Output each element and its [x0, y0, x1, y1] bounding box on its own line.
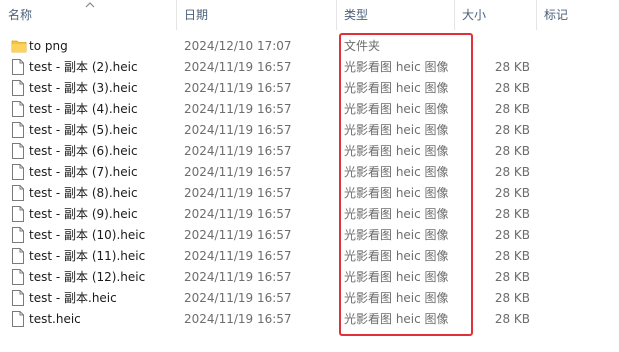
file-date: 2024/11/19 16:57: [184, 312, 292, 326]
file-name: test - 副本 (7).heic: [29, 165, 138, 179]
file-date: 2024/11/19 16:57: [184, 102, 292, 116]
file-icon: [11, 269, 25, 285]
file-row[interactable]: test - 副本 (2).heic 2024/11/19 16:57 光影看图…: [0, 57, 619, 78]
file-icon: [11, 206, 25, 222]
file-date: 2024/11/19 16:57: [184, 60, 292, 74]
column-header-bar: 名称 日期 类型 大小 标记: [0, 0, 619, 30]
file-date: 2024/11/19 16:57: [184, 249, 292, 263]
file-date: 2024/11/19 16:57: [184, 207, 292, 221]
file-icon: [11, 227, 25, 243]
file-name: test - 副本.heic: [29, 291, 117, 305]
file-date: 2024/12/10 17:07: [184, 39, 292, 53]
column-header-date[interactable]: 日期: [176, 0, 336, 30]
file-row[interactable]: to png 2024/12/10 17:07 文件夹: [0, 36, 619, 57]
file-name: test - 副本 (12).heic: [29, 270, 146, 284]
file-name: test - 副本 (6).heic: [29, 144, 138, 158]
file-icon: [11, 122, 25, 138]
file-row[interactable]: test - 副本 (8).heic 2024/11/19 16:57 光影看图…: [0, 183, 619, 204]
file-icon: [11, 101, 25, 117]
file-icon: [11, 164, 25, 180]
file-name: test - 副本 (5).heic: [29, 123, 138, 137]
file-row[interactable]: test - 副本 (4).heic 2024/11/19 16:57 光影看图…: [0, 99, 619, 120]
column-header-size-label: 大小: [462, 8, 487, 22]
column-header-name-label: 名称: [8, 8, 33, 22]
file-name: test - 副本 (10).heic: [29, 228, 146, 242]
folder-icon: [11, 38, 27, 54]
file-row[interactable]: test - 副本 (12).heic 2024/11/19 16:57 光影看…: [0, 267, 619, 288]
file-date: 2024/11/19 16:57: [184, 144, 292, 158]
file-row[interactable]: test - 副本 (10).heic 2024/11/19 16:57 光影看…: [0, 225, 619, 246]
file-icon: [11, 80, 25, 96]
file-date: 2024/11/19 16:57: [184, 123, 292, 137]
file-row[interactable]: test - 副本 (6).heic 2024/11/19 16:57 光影看图…: [0, 141, 619, 162]
file-date: 2024/11/19 16:57: [184, 81, 292, 95]
file-name: test - 副本 (3).heic: [29, 81, 138, 95]
file-date: 2024/11/19 16:57: [184, 291, 292, 305]
column-header-tags-label: 标记: [544, 8, 569, 22]
file-row[interactable]: test - 副本 (7).heic 2024/11/19 16:57 光影看图…: [0, 162, 619, 183]
file-date: 2024/11/19 16:57: [184, 270, 292, 284]
column-header-size[interactable]: 大小: [454, 0, 536, 30]
file-row[interactable]: test - 副本 (11).heic 2024/11/19 16:57 光影看…: [0, 246, 619, 267]
column-header-type-label: 类型: [344, 8, 369, 22]
file-name: test.heic: [29, 312, 81, 326]
file-name: to png: [29, 39, 68, 53]
file-name: test - 副本 (8).heic: [29, 186, 138, 200]
file-date: 2024/11/19 16:57: [184, 165, 292, 179]
file-name: test - 副本 (9).heic: [29, 207, 138, 221]
type-column-highlight-box: [339, 33, 473, 336]
file-name: test - 副本 (4).heic: [29, 102, 138, 116]
file-icon: [11, 59, 25, 75]
column-header-date-label: 日期: [184, 8, 209, 22]
file-icon: [11, 185, 25, 201]
column-header-tags[interactable]: 标记: [536, 0, 619, 30]
file-name: test - 副本 (2).heic: [29, 60, 138, 74]
file-row[interactable]: test - 副本.heic 2024/11/19 16:57 光影看图 hei…: [0, 288, 619, 309]
file-row[interactable]: test - 副本 (3).heic 2024/11/19 16:57 光影看图…: [0, 78, 619, 99]
file-icon: [11, 311, 25, 327]
file-icon: [11, 248, 25, 264]
file-date: 2024/11/19 16:57: [184, 228, 292, 242]
file-row[interactable]: test - 副本 (5).heic 2024/11/19 16:57 光影看图…: [0, 120, 619, 141]
column-header-type[interactable]: 类型: [336, 0, 454, 30]
file-row[interactable]: test.heic 2024/11/19 16:57 光影看图 heic 图像 …: [0, 309, 619, 330]
file-icon: [11, 290, 25, 306]
file-date: 2024/11/19 16:57: [184, 186, 292, 200]
file-row[interactable]: test - 副本 (9).heic 2024/11/19 16:57 光影看图…: [0, 204, 619, 225]
file-icon: [11, 143, 25, 159]
sort-ascending-icon: [85, 2, 95, 8]
file-name: test - 副本 (11).heic: [29, 249, 146, 263]
